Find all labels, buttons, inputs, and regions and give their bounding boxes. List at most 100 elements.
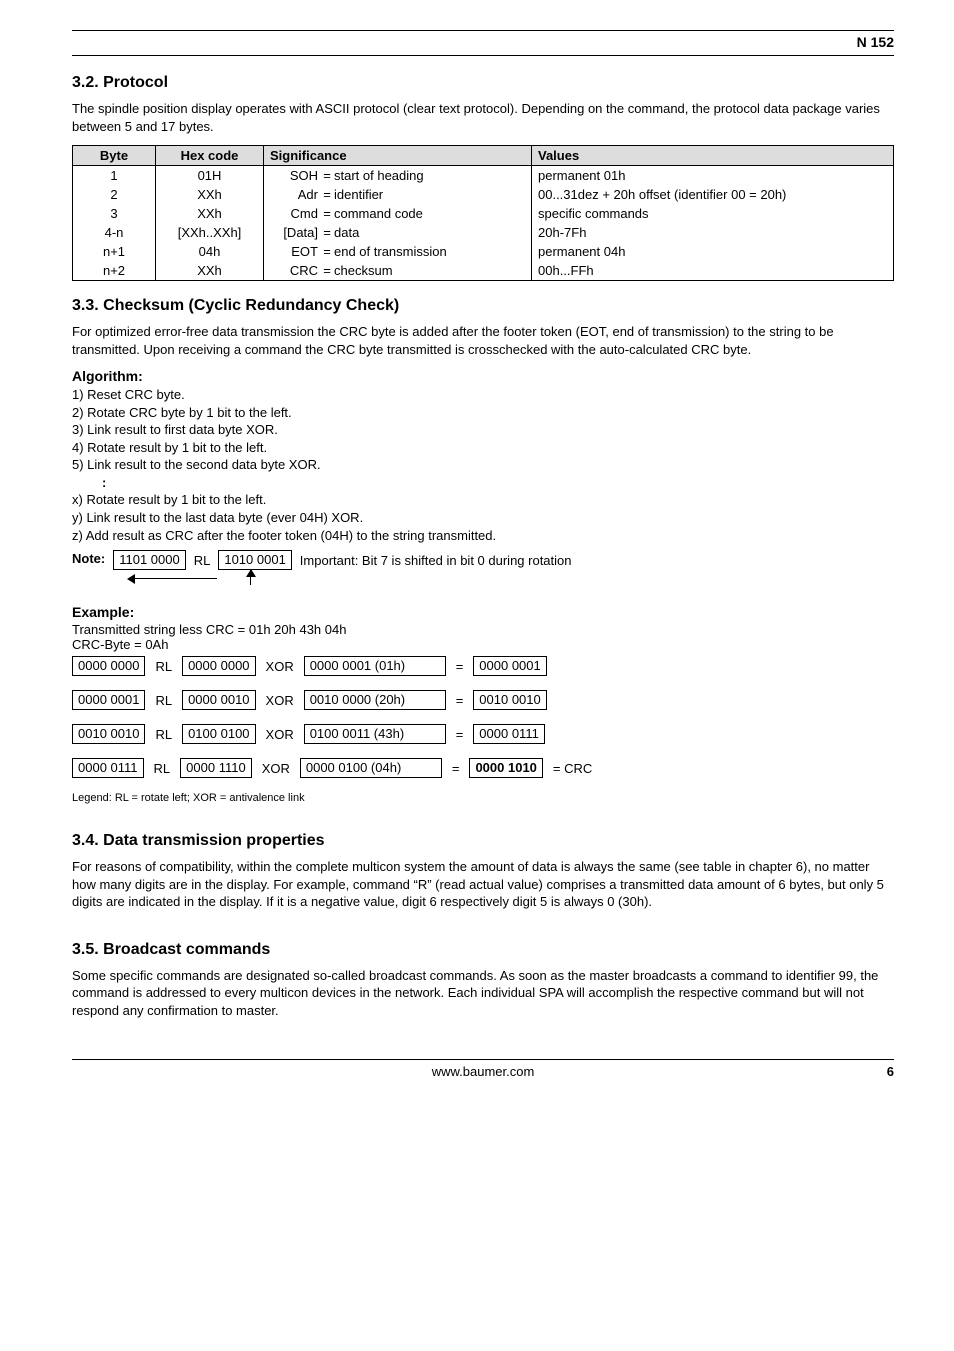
example-computation: 0000 0000 RL 0000 0000 XOR 0000 0001 (01… [72, 656, 894, 778]
arrow-up-icon [245, 570, 257, 586]
ex-a: 0000 0001 [72, 690, 145, 710]
ex-rl: RL [155, 727, 172, 742]
example-line-1: Transmitted string less CRC = 01h 20h 43… [72, 622, 894, 637]
example-row: 0000 0001 RL 0000 0010 XOR 0010 0000 (20… [72, 690, 894, 710]
example-row: 0000 0111 RL 0000 1110 XOR 0000 0100 (04… [72, 758, 894, 778]
cell-hex: XXh [156, 185, 264, 204]
table-row: n+1 04h EOT = end of transmission perman… [73, 242, 894, 261]
ex-crc: = CRC [553, 761, 592, 776]
note-byte-a: 1101 0000 [113, 550, 186, 570]
page-header: N 152 [72, 30, 894, 56]
algo-step: 2) Rotate CRC byte by 1 bit to the left. [72, 404, 894, 422]
ex-xor: XOR [266, 659, 294, 674]
sig-txt: data [334, 225, 359, 240]
ex-b: 0000 0010 [182, 690, 255, 710]
note-byte-b: 1010 0001 [218, 550, 291, 570]
sec-3-5-title: 3.5. Broadcast commands [72, 941, 894, 959]
sig-eq: = [320, 244, 334, 259]
ex-r: 0000 1010 [469, 758, 542, 778]
sig-key: [Data] [270, 225, 320, 240]
cell-byte: n+1 [73, 242, 156, 261]
cell-val: permanent 01h [532, 166, 894, 186]
cell-val: specific commands [532, 204, 894, 223]
ex-a: 0000 0000 [72, 656, 145, 676]
cell-hex: 01H [156, 166, 264, 186]
example-legend: Legend: RL = rotate left; XOR = antivale… [72, 792, 894, 804]
sec-3-4-para: For reasons of compatibility, within the… [72, 858, 894, 911]
ex-b: 0000 1110 [180, 758, 252, 778]
note-row: Note: 1101 0000 RL 1010 0001 Important: … [72, 550, 894, 586]
sig-txt: command code [334, 206, 423, 221]
col-hex: Hex code [156, 146, 264, 166]
sig-txt: checksum [334, 263, 393, 278]
cell-byte: 2 [73, 185, 156, 204]
sig-eq: = [320, 187, 334, 202]
sig-txt: start of heading [334, 168, 424, 183]
cell-val: permanent 04h [532, 242, 894, 261]
table-row: 3 XXh Cmd = command code specific comman… [73, 204, 894, 223]
example-row: 0000 0000 RL 0000 0000 XOR 0000 0001 (01… [72, 656, 894, 676]
note-label: Note: [72, 550, 105, 566]
sig-txt: identifier [334, 187, 383, 202]
ex-eq: = [456, 659, 464, 674]
cell-hex: [XXh..XXh] [156, 223, 264, 242]
ex-rl: RL [155, 693, 172, 708]
ex-rl: RL [154, 761, 171, 776]
cell-hex: XXh [156, 261, 264, 281]
cell-sig: [Data] = data [264, 223, 532, 242]
ex-eq: = [456, 727, 464, 742]
example-title: Example: [72, 604, 894, 620]
sig-key: CRC [270, 263, 320, 278]
example-line-2: CRC-Byte = 0Ah [72, 637, 894, 652]
doc-code: N 152 [857, 34, 894, 50]
cell-sig: Cmd = command code [264, 204, 532, 223]
table-header-row: Byte Hex code Significance Values [73, 146, 894, 166]
cell-val: 00...31dez + 20h offset (identifier 00 =… [532, 185, 894, 204]
cell-sig: Adr = identifier [264, 185, 532, 204]
cell-sig: SOH = start of heading [264, 166, 532, 186]
sec-3-2-para: The spindle position display operates wi… [72, 100, 894, 135]
ex-a: 0010 0010 [72, 724, 145, 744]
page-footer: www.baumer.com 6 [72, 1059, 894, 1086]
sig-key: Cmd [270, 206, 320, 221]
ex-r: 0010 0010 [473, 690, 546, 710]
sec-3-5-para: Some specific commands are designated so… [72, 967, 894, 1020]
cell-hex: XXh [156, 204, 264, 223]
algo-colon: : [72, 474, 894, 492]
ex-xor: XOR [262, 761, 290, 776]
col-sig: Significance [264, 146, 532, 166]
ex-eq: = [456, 693, 464, 708]
ex-rl: RL [155, 659, 172, 674]
ex-c: 0100 0011 (43h) [304, 724, 446, 744]
algo-step: 3) Link result to first data byte XOR. [72, 421, 894, 439]
sig-eq: = [320, 168, 334, 183]
ex-b: 0000 0000 [182, 656, 255, 676]
ex-b: 0100 0100 [182, 724, 255, 744]
footer-url: www.baumer.com [72, 1064, 894, 1079]
cell-val: 00h...FFh [532, 261, 894, 281]
sig-key: Adr [270, 187, 320, 202]
footer-page-num: 6 [887, 1064, 894, 1079]
note-rl: RL [194, 553, 211, 568]
sig-eq: = [320, 263, 334, 278]
table-row: 4-n [XXh..XXh] [Data] = data 20h-7Fh [73, 223, 894, 242]
algo-step: z) Add result as CRC after the footer to… [72, 527, 894, 545]
sec-3-4-title: 3.4. Data transmission properties [72, 832, 894, 850]
sec-3-2-title: 3.2. Protocol [72, 74, 894, 92]
sig-key: EOT [270, 244, 320, 259]
sig-txt: end of transmission [334, 244, 447, 259]
sig-eq: = [320, 225, 334, 240]
table-row: 2 XXh Adr = identifier 00...31dez + 20h … [73, 185, 894, 204]
protocol-table: Byte Hex code Significance Values 1 01H … [72, 145, 894, 281]
cell-byte: 1 [73, 166, 156, 186]
algo-step: 5) Link result to the second data byte X… [72, 456, 894, 474]
ex-xor: XOR [266, 727, 294, 742]
ex-a: 0000 0111 [72, 758, 144, 778]
ex-c: 0010 0000 (20h) [304, 690, 446, 710]
sec-3-3-para: For optimized error-free data transmissi… [72, 323, 894, 358]
cell-hex: 04h [156, 242, 264, 261]
algorithm-steps: 1) Reset CRC byte. 2) Rotate CRC byte by… [72, 386, 894, 544]
sig-key: SOH [270, 168, 320, 183]
ex-eq: = [452, 761, 460, 776]
col-byte: Byte [73, 146, 156, 166]
